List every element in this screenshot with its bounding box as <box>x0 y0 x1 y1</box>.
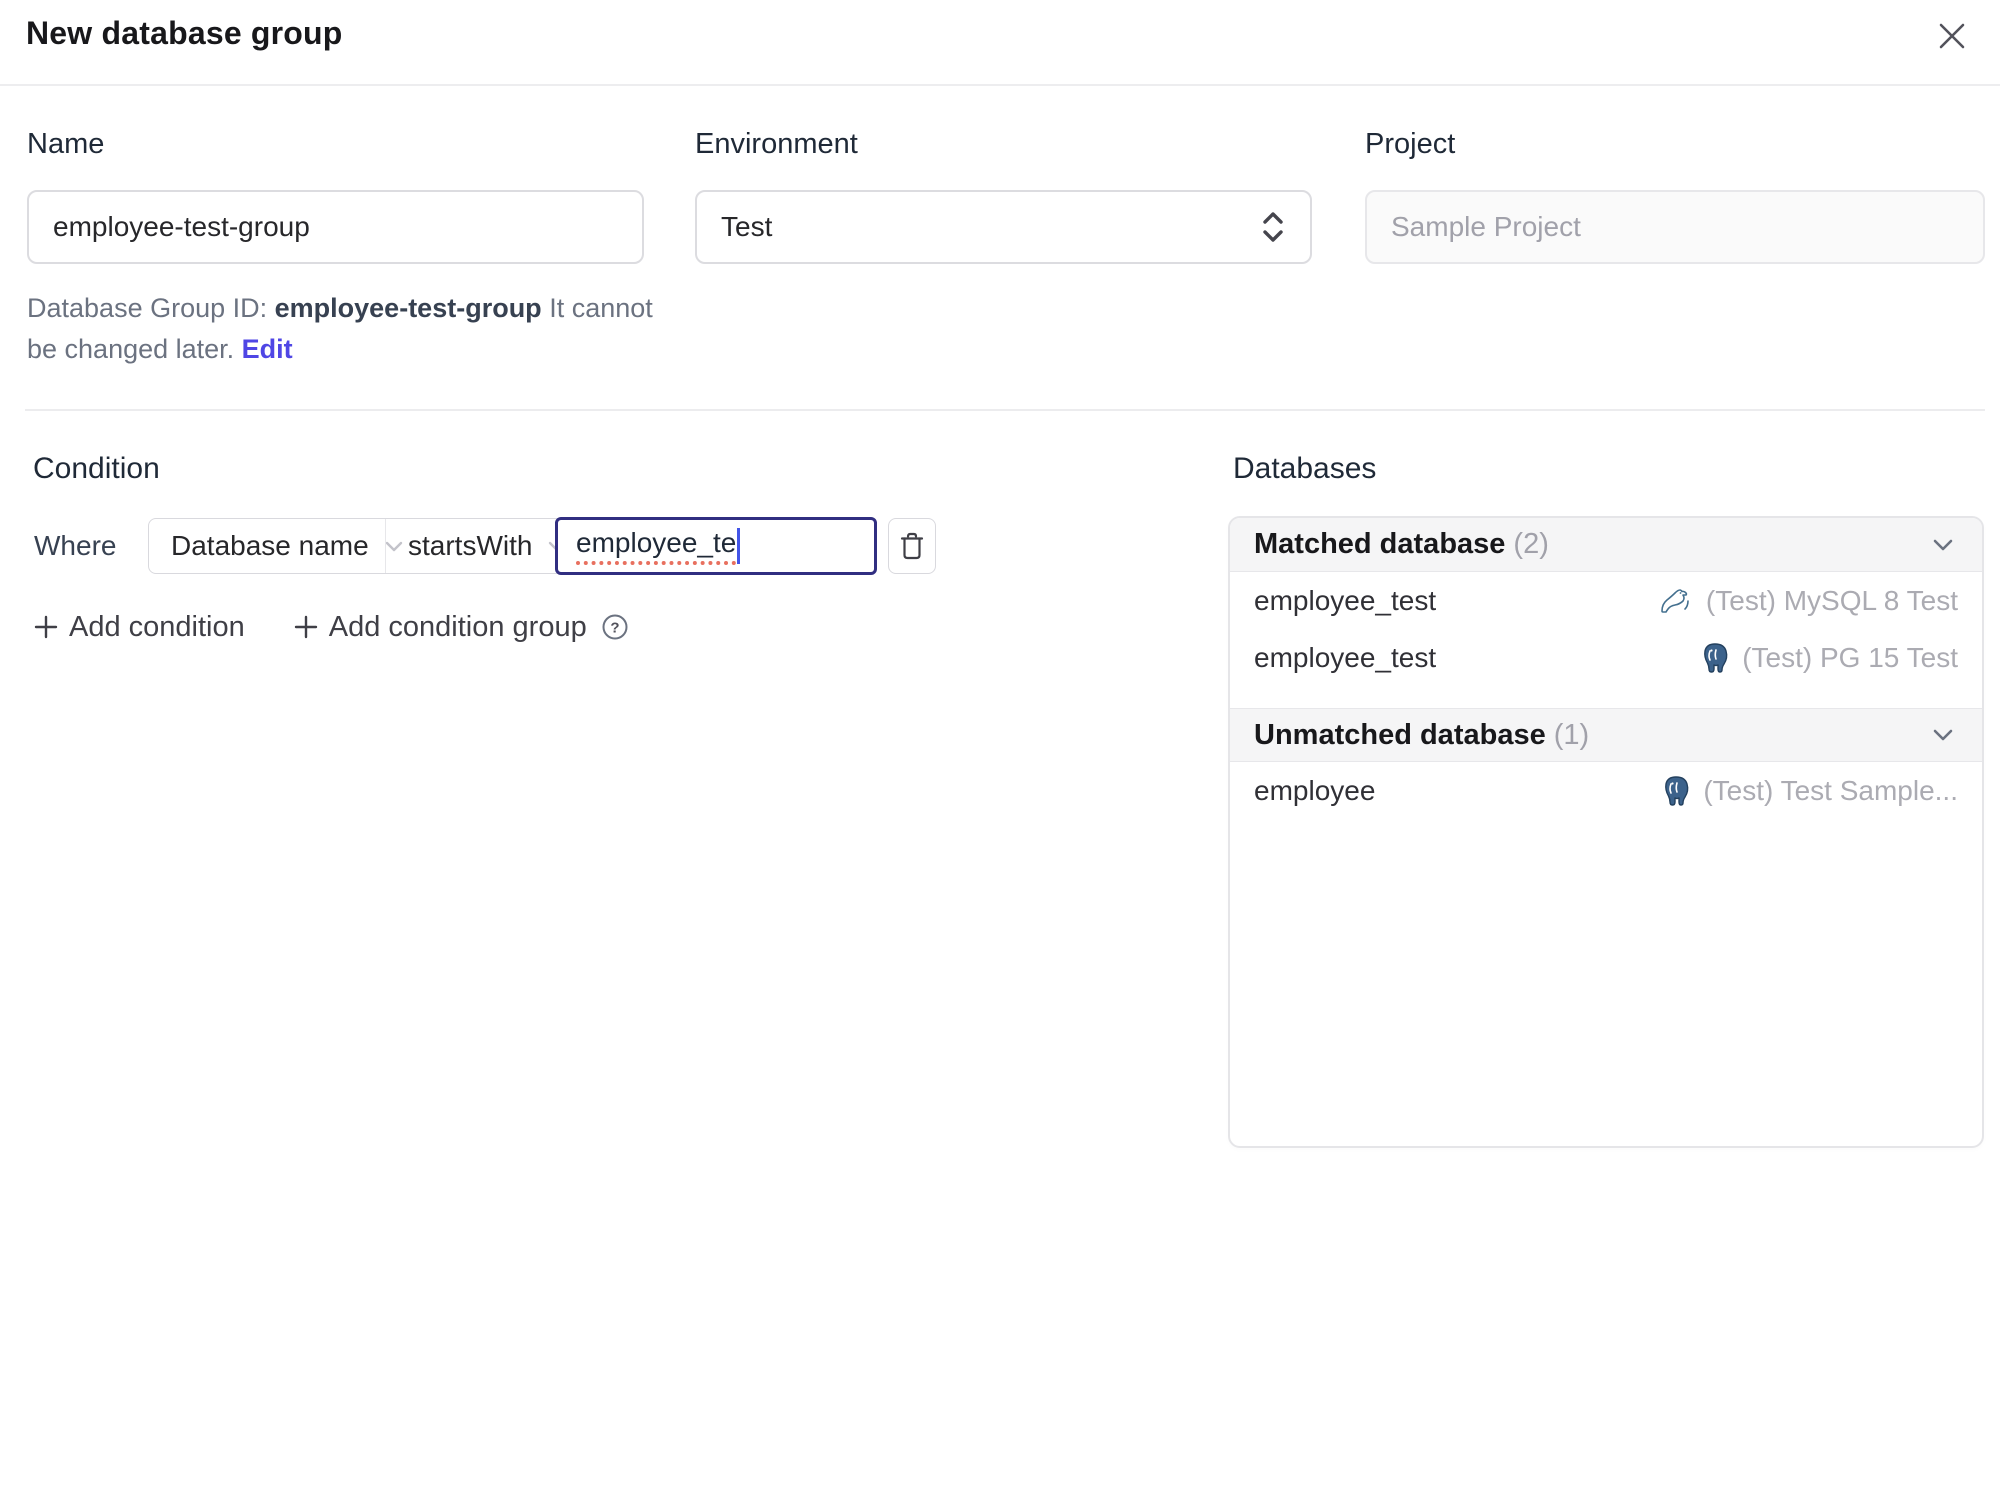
condition-actions: Add condition Add condition group ? <box>33 606 629 648</box>
condition-heading: Condition <box>33 452 160 485</box>
database-name: employee_test <box>1254 641 1437 673</box>
name-input[interactable]: employee-test-group <box>27 190 644 264</box>
name-label: Name <box>27 128 105 160</box>
trash-icon <box>898 531 926 561</box>
database-instance-meta: (Test) MySQL 8 Test <box>1658 585 1958 617</box>
database-group-id-note: Database Group ID: employee-test-group I… <box>27 288 667 370</box>
edit-id-link[interactable]: Edit <box>242 334 293 364</box>
databases-heading: Databases <box>1233 452 1377 485</box>
condition-operator-value: startsWith <box>408 530 533 561</box>
plus-icon <box>33 614 59 640</box>
table-row: employee (Test) Test Sample... <box>1230 762 1982 819</box>
unmatched-database-count: (1) <box>1553 718 1590 751</box>
close-icon <box>1934 18 1970 54</box>
section-divider <box>25 409 1985 411</box>
id-note-prefix: Database Group ID: <box>27 293 275 323</box>
plus-icon <box>293 614 319 640</box>
table-row: employee_test (Test) MySQL 8 Test <box>1230 572 1982 629</box>
matched-database-count: (2) <box>1513 528 1549 560</box>
help-icon: ? <box>601 613 629 641</box>
environment-select-value: Test <box>721 211 773 242</box>
project-input-value: Sample Project <box>1391 211 1581 242</box>
name-input-value: employee-test-group <box>53 211 310 242</box>
chevron-down-icon <box>1928 530 1958 560</box>
unmatched-database-label: Unmatched database <box>1254 718 1546 751</box>
database-instance-label: (Test) MySQL 8 Test <box>1705 584 1958 616</box>
unmatched-database-title: Unmatched database (1) <box>1254 719 1589 752</box>
add-condition-group-button[interactable]: Add condition group ? <box>293 611 629 644</box>
add-condition-button[interactable]: Add condition <box>33 611 245 644</box>
database-instance-meta: (Test) PG 15 Test <box>1700 642 1958 674</box>
page-title: New database group <box>26 15 343 51</box>
matched-database-label: Matched database <box>1254 528 1506 560</box>
condition-value-input[interactable]: employee_te <box>555 517 877 575</box>
text-cursor <box>737 528 741 564</box>
databases-panel: Matched database (2) employee_test (Test)… <box>1228 516 1984 1148</box>
database-name: employee <box>1254 774 1376 806</box>
database-instance-meta: (Test) Test Sample... <box>1661 775 1958 807</box>
condition-value-text: employee_te <box>576 527 737 565</box>
postgresql-icon <box>1661 775 1691 807</box>
project-label: Project <box>1365 128 1456 160</box>
add-condition-group-label: Add condition group <box>328 610 587 643</box>
unmatched-database-section-header[interactable]: Unmatched database (1) <box>1230 708 1982 762</box>
database-instance-label: (Test) Test Sample... <box>1703 774 1958 806</box>
add-condition-label: Add condition <box>69 610 245 643</box>
environment-label: Environment <box>695 128 858 160</box>
id-note-id: employee-test-group <box>274 293 542 323</box>
postgresql-icon <box>1700 642 1730 674</box>
unfold-chevrons-icon <box>1260 209 1286 245</box>
condition-operator-select[interactable]: startsWith <box>385 519 566 573</box>
table-row: employee_test (Test) PG 15 Test <box>1230 629 1982 686</box>
delete-condition-button[interactable] <box>888 518 936 574</box>
database-instance-label: (Test) PG 15 Test <box>1742 641 1958 673</box>
environment-select[interactable]: Test <box>695 190 1312 264</box>
chevron-down-icon <box>1928 720 1958 750</box>
condition-field-select[interactable]: Database name <box>149 519 402 573</box>
matched-database-title: Matched database (2) <box>1254 528 1549 561</box>
mysql-icon <box>1658 587 1694 615</box>
where-label: Where <box>34 530 117 561</box>
close-button[interactable] <box>1930 14 1974 58</box>
dialog-header: New database group <box>0 0 2000 86</box>
project-input: Sample Project <box>1365 190 1985 264</box>
condition-row: Database name startsWith employee_te <box>148 517 877 575</box>
database-name: employee_test <box>1254 584 1437 616</box>
matched-database-section-header[interactable]: Matched database (2) <box>1230 518 1982 572</box>
svg-text:?: ? <box>610 620 619 637</box>
condition-field-value: Database name <box>171 530 369 561</box>
